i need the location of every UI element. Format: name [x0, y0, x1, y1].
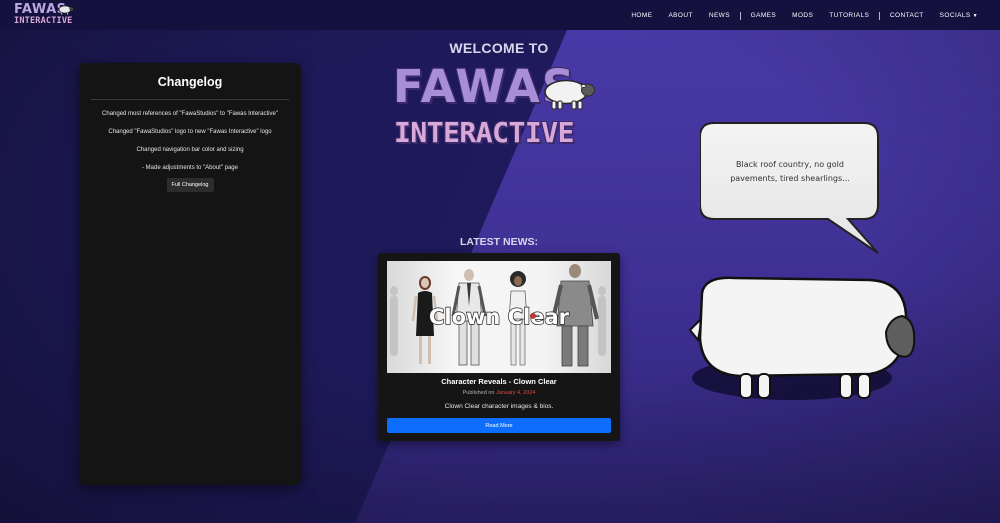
full-changelog-button[interactable]: Full Changelog: [166, 178, 214, 192]
changelog-divider: [91, 99, 289, 100]
read-more-button[interactable]: Read More: [387, 418, 611, 433]
news-title: Character Reveals - Clown Clear: [441, 377, 557, 386]
changelog-item: Changed most references of "FawaStudios"…: [102, 111, 278, 117]
sheep-logo-icon: [544, 79, 595, 110]
navbar: FAWAS INTERACTIVE HOME ABOUT NEWS | GAME…: [0, 0, 1000, 30]
speech-line-1: Black roof country, no gold: [736, 160, 844, 169]
speech-bubble: [700, 122, 879, 254]
nav-news-link[interactable]: NEWS: [701, 12, 738, 19]
character-lineup-illustration: Clown Clear: [390, 264, 606, 367]
changelog-item: Changed "FawaStudios" logo to new "Fawas…: [108, 129, 272, 135]
welcome-heading: WELCOME TO: [449, 40, 549, 56]
news-published-date: January 4, 2024: [495, 390, 536, 396]
nav-home-link[interactable]: HOME: [623, 12, 660, 19]
nav-socials-dropdown[interactable]: SOCIALS ▼: [932, 12, 986, 19]
nav-links: HOME ABOUT NEWS | GAMES MODS TUTORIALS |…: [623, 0, 986, 30]
changelog-item: - Made adjustments to "About" page: [142, 165, 238, 171]
news-published: Published on January 4, 2024: [378, 390, 620, 396]
nav-tutorials-link[interactable]: TUTORIALS: [821, 12, 877, 19]
nav-logo[interactable]: FAWAS INTERACTIVE: [14, 2, 76, 29]
sheep-logo-icon: [58, 5, 74, 15]
changelog-title: Changelog: [157, 75, 223, 89]
speech-line-2: pavements, tired shearlings...: [730, 174, 850, 183]
news-published-prefix: Published on: [462, 390, 495, 396]
caret-down-icon: ▼: [972, 12, 978, 19]
sheep-mascot-illustration: [688, 276, 916, 400]
news-description: Clown Clear character images & bios.: [444, 403, 554, 410]
news-image-caption: Clown Clear: [429, 305, 570, 329]
changelog-item: Changed navigation bar color and sizing: [136, 147, 244, 153]
news-image[interactable]: Clown Clear: [387, 261, 611, 373]
nav-logo-line2: INTERACTIVE: [14, 16, 73, 26]
speech-bubble-text: Black roof country, no gold pavements, t…: [715, 158, 865, 186]
nav-about-link[interactable]: ABOUT: [660, 12, 700, 19]
nav-socials-label: SOCIALS: [939, 11, 971, 19]
nav-contact-link[interactable]: CONTACT: [882, 12, 932, 19]
latest-news-heading: LATEST NEWS:: [460, 236, 538, 248]
nav-games-link[interactable]: GAMES: [743, 12, 784, 19]
changelog-panel: Changelog Changed most references of "Fa…: [79, 63, 301, 485]
hero-logo: FAWAS INTERACTIVE: [390, 60, 605, 156]
hero-logo-line2: INTERACTIVE: [394, 116, 574, 149]
news-card: Clown Clear Character Reveals - Clown Cl…: [378, 253, 620, 441]
nav-mods-link[interactable]: MODS: [784, 12, 821, 19]
